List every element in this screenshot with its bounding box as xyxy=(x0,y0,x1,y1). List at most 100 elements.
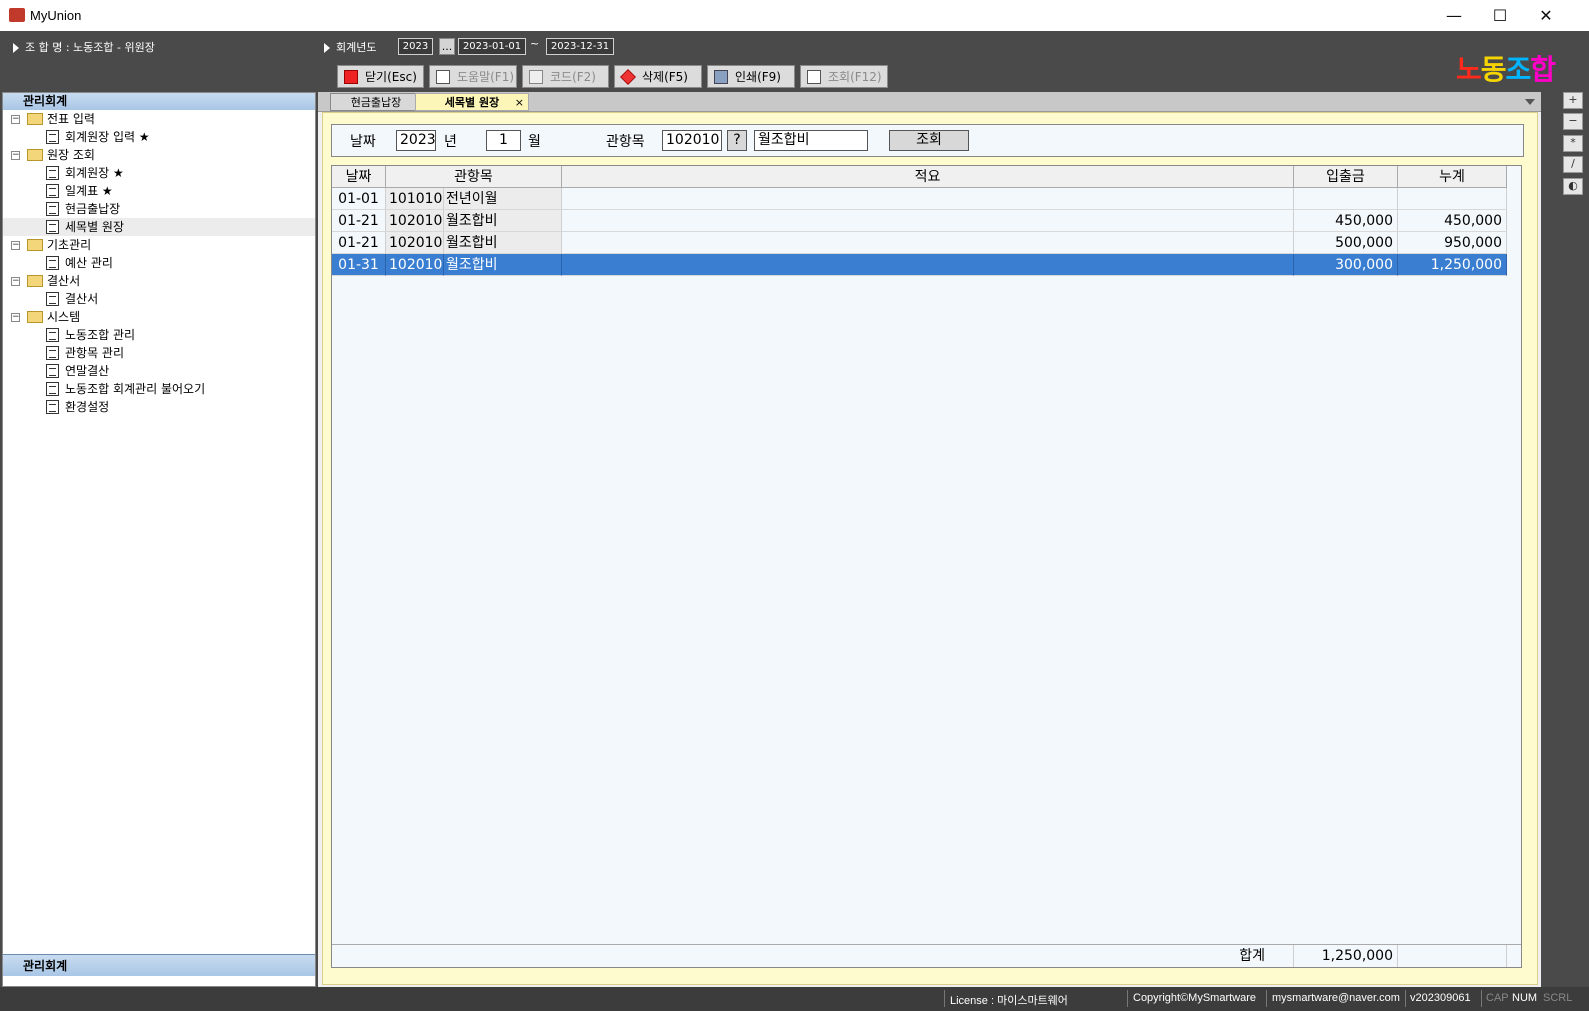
minimize-button[interactable]: — xyxy=(1431,0,1477,31)
delete-button[interactable]: 삭제(F5) xyxy=(614,65,702,88)
footer-total-amount: 1,250,000 xyxy=(1294,945,1398,967)
info-icon xyxy=(436,69,450,84)
arrow-right-icon xyxy=(324,43,330,53)
cell-amount: 500,000 xyxy=(1294,232,1398,254)
document-icon xyxy=(46,256,59,270)
tab-dropdown-icon[interactable] xyxy=(1525,99,1535,105)
license-text: License : 마이스마트웨어 xyxy=(950,995,1068,1007)
cell-code: 1020101 xyxy=(386,254,444,276)
account-code-input[interactable]: 102010 xyxy=(662,130,722,151)
scroll-lock-indicator: SCRL xyxy=(1543,992,1573,1004)
collapse-icon[interactable]: − xyxy=(11,277,20,286)
year-unit-label: 년 xyxy=(444,134,457,150)
column-header-memo[interactable]: 적요 xyxy=(562,166,1294,188)
tab-account-ledger[interactable]: 세목별 원장 × xyxy=(415,93,529,111)
fiscal-year-picker-button[interactable]: ... xyxy=(439,38,455,55)
caps-lock-indicator: CAP xyxy=(1486,992,1509,1004)
status-divider xyxy=(1266,990,1267,1007)
main-content: 현금출납장 세목별 원장 × 날짜 2023 년 1 월 관항목 102010 … xyxy=(318,92,1541,987)
collapse-icon[interactable]: − xyxy=(11,151,20,160)
year-input[interactable]: 2023 xyxy=(396,130,436,151)
folder-icon xyxy=(27,149,43,161)
collapse-icon[interactable]: − xyxy=(11,313,20,322)
logo-char: 합 xyxy=(1530,53,1556,86)
sidebar-item-account-ledger[interactable]: 세목별 원장 xyxy=(3,218,315,236)
close-window-button[interactable]: ✕ xyxy=(1523,0,1569,31)
logo-char: 동 xyxy=(1480,53,1507,86)
document-icon xyxy=(46,166,59,180)
cell-account-name: 전년이월 xyxy=(444,188,562,210)
month-input[interactable]: 1 xyxy=(486,130,521,151)
table-footer: 합계 1,250,000 xyxy=(332,944,1521,967)
close-button[interactable]: 닫기(Esc) xyxy=(337,65,424,88)
version-text: v202309061 xyxy=(1410,992,1471,1004)
email-text: mysmartware@naver.com xyxy=(1272,992,1400,1004)
table-row[interactable]: 01-21 1020101 월조합비 450,000 450,000 xyxy=(332,210,1507,232)
tab-cashbook[interactable]: 현금출납장 xyxy=(330,93,422,111)
column-header-account[interactable]: 관항목 xyxy=(386,166,562,188)
document-icon xyxy=(46,292,59,306)
table-header: 날짜 관항목 적요 입출금 누계 xyxy=(332,166,1507,188)
code-button[interactable]: 코드(F2) xyxy=(522,65,609,88)
cell-amount: 450,000 xyxy=(1294,210,1398,232)
cell-account-name: 월조합비 xyxy=(444,232,562,254)
folder-icon xyxy=(27,113,43,125)
status-divider xyxy=(1405,990,1406,1007)
cell-memo xyxy=(562,232,1294,254)
collapse-icon[interactable]: − xyxy=(11,115,20,124)
cell-amount xyxy=(1294,188,1398,210)
column-header-amount[interactable]: 입출금 xyxy=(1294,166,1398,188)
cell-code: 1010102 xyxy=(386,188,444,210)
tab-close-icon[interactable]: × xyxy=(515,94,524,112)
num-lock-indicator: NUM xyxy=(1512,992,1538,1004)
date-range-separator: ~ xyxy=(530,37,540,50)
window-title: MyUnion xyxy=(30,8,82,23)
column-header-total[interactable]: 누계 xyxy=(1398,166,1507,188)
cell-account-name: 월조합비 xyxy=(444,210,562,232)
divide-button[interactable]: / xyxy=(1563,156,1583,173)
contrast-button[interactable]: ◐ xyxy=(1563,178,1583,195)
table-row[interactable]: 01-21 1020101 월조합비 500,000 950,000 xyxy=(332,232,1507,254)
cell-account-name: 월조합비 xyxy=(444,254,562,276)
title-bar: MyUnion — ☐ ✕ xyxy=(0,0,1589,31)
folder-icon xyxy=(27,275,43,287)
footer-empty-cell xyxy=(1398,945,1507,967)
document-icon xyxy=(46,400,59,414)
maximize-button[interactable]: ☐ xyxy=(1477,0,1523,31)
tab-strip: 현금출납장 세목별 원장 × xyxy=(318,92,1541,112)
search-button[interactable]: 조회 xyxy=(889,130,969,151)
column-header-date[interactable]: 날짜 xyxy=(332,166,386,188)
print-button[interactable]: 인쇄(F9) xyxy=(707,65,795,88)
close-icon xyxy=(344,69,358,84)
cell-total: 1,250,000 xyxy=(1398,254,1507,276)
sidebar-footer[interactable]: 관리회계 xyxy=(3,954,315,976)
document-icon xyxy=(46,184,59,198)
cell-memo xyxy=(562,254,1294,276)
status-bar: License : 마이스마트웨어 Copyright©MySmartware … xyxy=(0,987,1589,1011)
account-label: 관항목 xyxy=(606,134,645,150)
logo-char: 노 xyxy=(1456,53,1482,86)
table-row-selected[interactable]: 01-31 1020101 월조합비 300,000 1,250,000 xyxy=(332,254,1507,276)
date-to-field[interactable]: 2023-12-31 xyxy=(546,38,614,55)
fiscal-year-field[interactable]: 2023 xyxy=(398,38,433,55)
document-icon xyxy=(46,130,59,144)
union-name-label: 조 합 명 : 노동조합 - 위원장 xyxy=(13,39,155,55)
document-icon xyxy=(46,220,59,234)
cell-total: 450,000 xyxy=(1398,210,1507,232)
table-row[interactable]: 01-01 1010102 전년이월 xyxy=(332,188,1507,210)
printer-icon xyxy=(714,69,728,84)
account-lookup-button[interactable]: ? xyxy=(727,130,747,151)
add-button[interactable]: + xyxy=(1563,92,1583,109)
multiply-button[interactable]: * xyxy=(1563,135,1583,152)
help-button[interactable]: 도움말(F1) xyxy=(429,65,517,88)
ledger-table: 날짜 관항목 적요 입출금 누계 01-01 1010102 전년이월 01-2… xyxy=(331,165,1522,968)
app-icon xyxy=(9,8,25,22)
status-divider xyxy=(1481,990,1482,1007)
search-button[interactable]: 조회(F12) xyxy=(800,65,888,88)
collapse-icon[interactable]: − xyxy=(11,241,20,250)
date-from-field[interactable]: 2023-01-01 xyxy=(458,38,526,55)
document-icon xyxy=(46,346,59,360)
date-label: 날짜 xyxy=(350,134,376,150)
subtract-button[interactable]: − xyxy=(1563,113,1583,130)
cell-date: 01-01 xyxy=(332,188,386,210)
